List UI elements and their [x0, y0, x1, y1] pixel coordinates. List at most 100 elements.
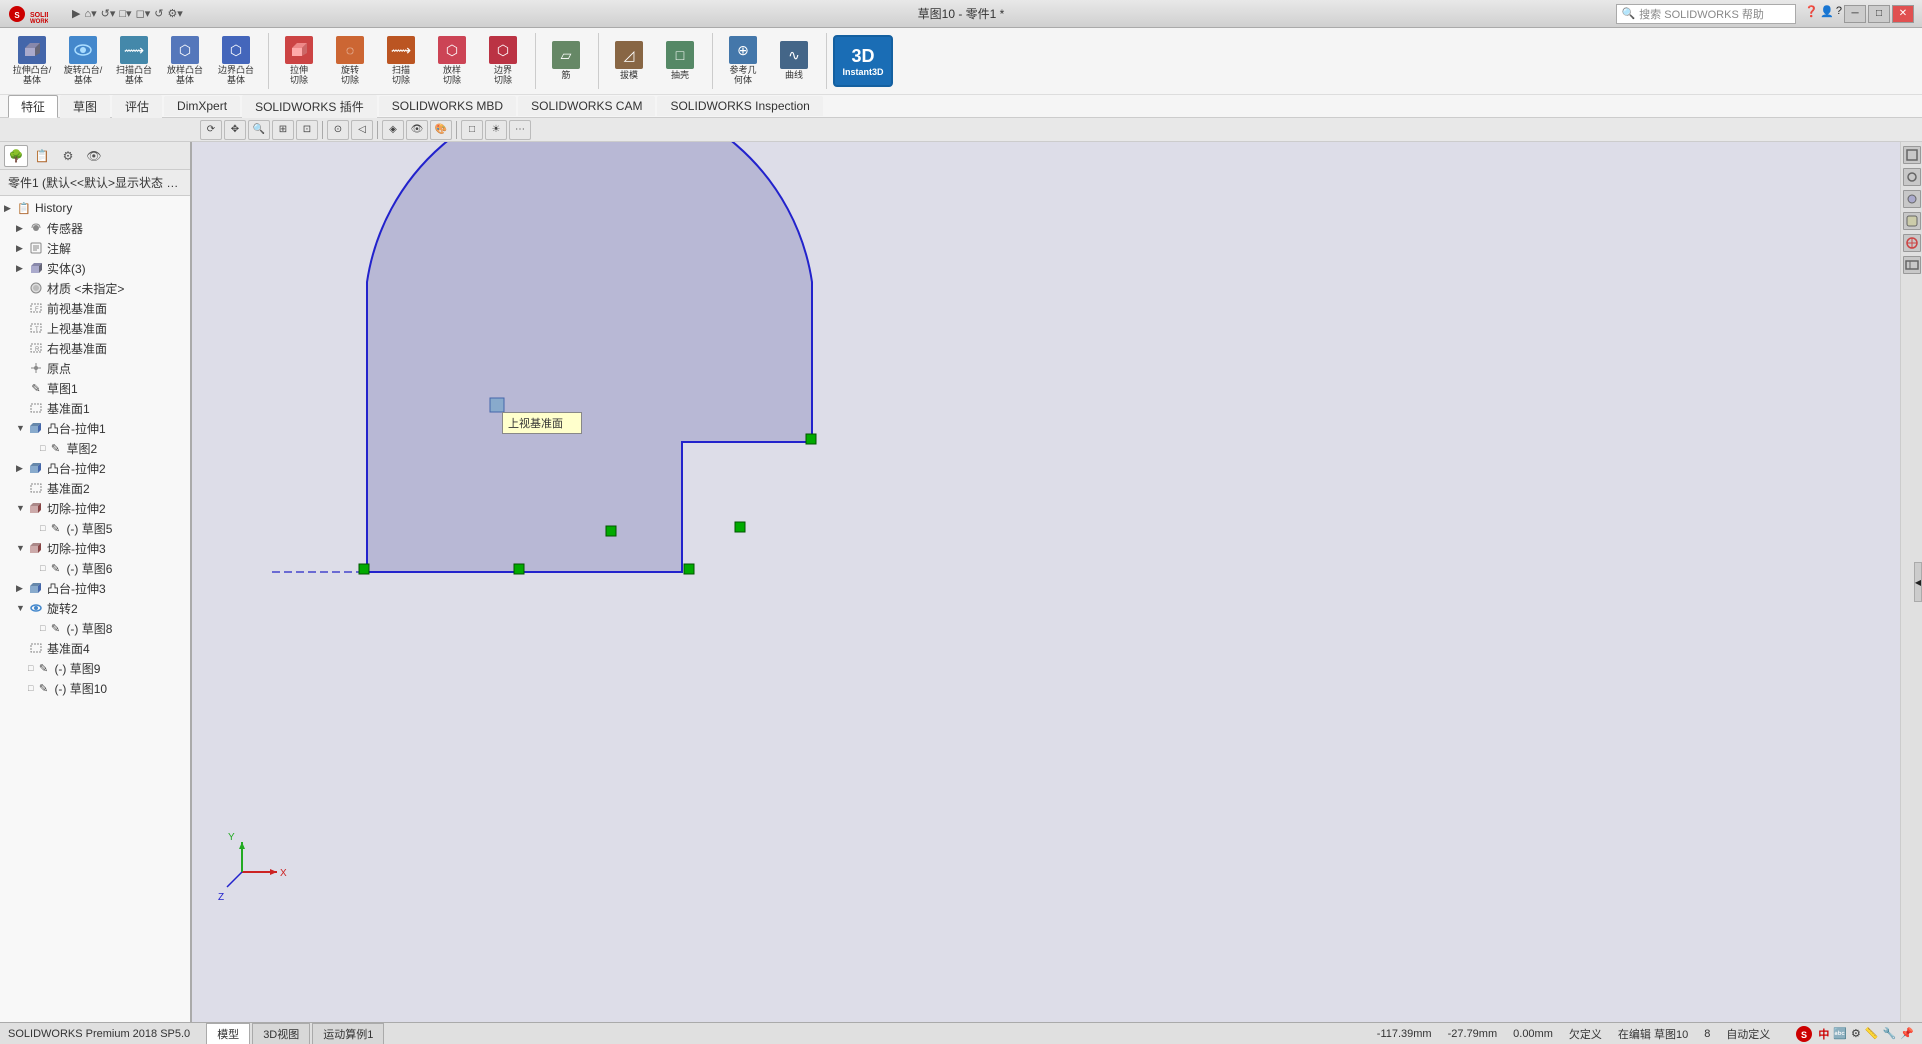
expand-boss3[interactable]: ▶ — [16, 583, 28, 594]
3dview-tab[interactable]: 3D视图 — [252, 1023, 310, 1044]
revolve-boss-btn[interactable]: 旋转凸台/基体 — [59, 35, 107, 87]
tree-item-top-plane[interactable]: ▶ T 上视基准面 — [0, 318, 190, 338]
curves-btn[interactable]: ∿ 曲线 — [770, 35, 818, 87]
draft-btn[interactable]: ◿ 拔模 — [605, 35, 653, 87]
expand-history[interactable]: ▶ — [4, 203, 16, 214]
tab-evaluate[interactable]: 评估 — [112, 95, 162, 118]
tree-item-boss2[interactable]: ▶ 凸台-拉伸2 — [0, 458, 190, 478]
tree-item-sketch2[interactable]: ▶ □ ✎ 草图2 — [0, 438, 190, 458]
view-normal-btn[interactable]: ⊙ — [327, 120, 349, 140]
boundary-cut-btn[interactable]: ⬡ 边界切除 — [479, 35, 527, 87]
tree-item-history[interactable]: ▶ 📋 History — [0, 198, 190, 218]
tab-sketch[interactable]: 草图 — [60, 95, 110, 118]
tree-item-origin[interactable]: ▶ 原点 — [0, 358, 190, 378]
tree-item-plane4[interactable]: ▶ 基准面4 — [0, 638, 190, 658]
point-bottom-mid[interactable] — [514, 564, 524, 574]
tree-item-annotations[interactable]: ▶ 注解 — [0, 238, 190, 258]
motion-tab[interactable]: 运动算例1 — [312, 1023, 384, 1044]
tab-sw-mbd[interactable]: SOLIDWORKS MBD — [379, 96, 516, 116]
revolve-cut-btn[interactable]: ◌ 旋转切除 — [326, 35, 374, 87]
tree-item-sketch8[interactable]: ▶ □ ✎ (-) 草图8 — [0, 618, 190, 638]
view-rotate-btn[interactable]: ⟳ — [200, 120, 222, 140]
view-zoom-btn[interactable]: 🔍 — [248, 120, 270, 140]
view-zoom-box-btn[interactable]: ⊞ — [272, 120, 294, 140]
tree-item-cut2[interactable]: ▼ 切除-拉伸3 — [0, 538, 190, 558]
extrude-boss-btn[interactable]: 拉伸凸台/基体 — [8, 35, 56, 87]
tab-sw-plugins[interactable]: SOLIDWORKS 插件 — [242, 95, 377, 118]
tree-item-sketch9[interactable]: ▶ □ ✎ (-) 草图9 — [0, 658, 190, 678]
expand-cut2[interactable]: ▼ — [16, 543, 28, 553]
hide-show-btn[interactable]: 👁 — [406, 120, 428, 140]
close-button[interactable]: ✕ — [1892, 5, 1914, 23]
tab-dimxpert[interactable]: DimXpert — [164, 96, 240, 116]
tree-item-plane2[interactable]: ▶ 基准面2 — [0, 478, 190, 498]
sb-btn-4[interactable] — [1903, 212, 1921, 230]
unknown-btn[interactable]: ? — [1836, 5, 1842, 23]
view-prev-btn[interactable]: ◁ — [351, 120, 373, 140]
ref-geom-btn[interactable]: ⊕ 参考几何体 — [719, 35, 767, 87]
tree-item-revolve2[interactable]: ▼ 旋转2 — [0, 598, 190, 618]
appearance-btn[interactable]: 🎨 — [430, 120, 452, 140]
sb-btn-5[interactable] — [1903, 234, 1921, 252]
tree-item-material[interactable]: ▶ 材质 <未指定> — [0, 278, 190, 298]
tree-item-plane1[interactable]: ▶ 基准面1 — [0, 398, 190, 418]
tree-item-sketch6[interactable]: ▶ □ ✎ (-) 草图6 — [0, 558, 190, 578]
toolbar-home[interactable]: ⌂▾ — [84, 7, 96, 20]
expand-boss1[interactable]: ▼ — [16, 423, 28, 433]
config-tab[interactable]: ⚙ — [56, 145, 80, 167]
tree-item-sketch1[interactable]: ▶ ✎ 草图1 — [0, 378, 190, 398]
expand-cut1[interactable]: ▼ — [16, 503, 28, 513]
instant3d-btn[interactable]: 3D Instant3D — [833, 35, 893, 87]
tree-item-cut1[interactable]: ▼ 切除-拉伸2 — [0, 498, 190, 518]
minimize-button[interactable]: ─ — [1844, 5, 1866, 23]
tab-feature[interactable]: 特征 — [8, 95, 58, 118]
feature-tree-tab[interactable]: 🌳 — [4, 145, 28, 167]
toolbar-rebuild[interactable]: ◻▾ — [136, 7, 151, 20]
point-step-mid[interactable] — [606, 526, 616, 536]
lighting-btn[interactable]: ☀ — [485, 120, 507, 140]
tree-item-boss1[interactable]: ▼ 凸台-拉伸1 — [0, 418, 190, 438]
rib-btn[interactable]: ▱ 筋 — [542, 35, 590, 87]
expand-revolve2[interactable]: ▼ — [16, 603, 28, 613]
tree-item-front-plane[interactable]: ▶ F 前视基准面 — [0, 298, 190, 318]
toolbar-redo[interactable]: ↺ — [154, 7, 163, 20]
tree-item-solids[interactable]: ▶ 实体(3) — [0, 258, 190, 278]
display-mode-btn[interactable]: ◈ — [382, 120, 404, 140]
tab-sw-cam[interactable]: SOLIDWORKS CAM — [518, 96, 655, 116]
tree-item-boss3[interactable]: ▶ 凸台-拉伸3 — [0, 578, 190, 598]
maximize-button[interactable]: □ — [1868, 5, 1890, 23]
loft-cut-btn[interactable]: ⬡ 放样切除 — [428, 35, 476, 87]
expand-sensors[interactable]: ▶ — [16, 223, 28, 234]
view-pan-btn[interactable]: ✥ — [224, 120, 246, 140]
expand-annotations[interactable]: ▶ — [16, 243, 28, 254]
sweep-boss-btn[interactable]: ⟿ 扫描凸台基体 — [110, 35, 158, 87]
extrude-cut-btn[interactable]: 拉伸切除 — [275, 35, 323, 87]
point-step-right[interactable] — [735, 522, 745, 532]
search-bar[interactable]: 🔍 搜索 SOLIDWORKS 帮助 — [1616, 4, 1796, 24]
display-tab[interactable]: 👁 — [82, 145, 106, 167]
user-btn[interactable]: 👤 — [1820, 5, 1834, 23]
toolbar-undo[interactable]: ↺▾ — [101, 7, 116, 20]
view-type-btn[interactable]: □ — [461, 120, 483, 140]
more-view-btn[interactable]: ⋯ — [509, 120, 531, 140]
expand-boss2[interactable]: ▶ — [16, 463, 28, 474]
tree-item-sensors[interactable]: ▶ 传感器 — [0, 218, 190, 238]
property-tab[interactable]: 📋 — [30, 145, 54, 167]
sweep-cut-btn[interactable]: ⟿ 扫描切除 — [377, 35, 425, 87]
tree-item-sketch5[interactable]: ▶ □ ✎ (-) 草图5 — [0, 518, 190, 538]
toolbar-box[interactable]: □▾ — [119, 7, 131, 20]
toolbar-options[interactable]: ⚙▾ — [167, 7, 182, 20]
tree-item-sketch10[interactable]: ▶ □ ✎ (-) 草图10 — [0, 678, 190, 698]
sb-btn-1[interactable] — [1903, 146, 1921, 164]
boundary-boss-btn[interactable]: ⬡ 边界凸台基体 — [212, 35, 260, 87]
view-fit-btn[interactable]: ⊡ — [296, 120, 318, 140]
toolbar-menu-sw[interactable]: ▶ — [72, 7, 80, 20]
sb-btn-3[interactable] — [1903, 190, 1921, 208]
point-bottom-left[interactable] — [359, 564, 369, 574]
tab-sw-inspection[interactable]: SOLIDWORKS Inspection — [657, 96, 822, 116]
model-tab[interactable]: 模型 — [206, 1023, 250, 1044]
tree-item-right-plane[interactable]: ▶ R 右视基准面 — [0, 338, 190, 358]
expand-solids[interactable]: ▶ — [16, 263, 28, 274]
sb-btn-6[interactable] — [1903, 256, 1921, 274]
loft-boss-btn[interactable]: ⬡ 放样凸台基体 — [161, 35, 209, 87]
